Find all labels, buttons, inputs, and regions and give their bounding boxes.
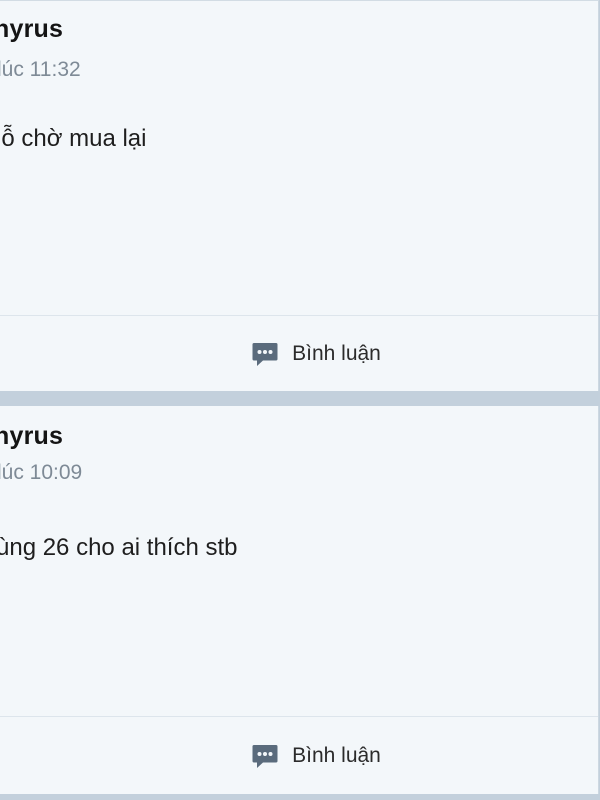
post-card: hyrus lúc 10:09 ùng 26 cho ai thích stb …: [0, 406, 599, 794]
post-timestamp[interactable]: lúc 11:32: [0, 58, 81, 82]
comment-button-label: Bình luận: [292, 743, 381, 767]
post-author[interactable]: hyrus: [0, 422, 63, 451]
post-author[interactable]: hyrus: [0, 15, 63, 44]
post-card: hyrus lúc 11:32 lỗ chờ mua lại Bình luận: [0, 0, 599, 391]
post-timestamp[interactable]: lúc 10:09: [0, 461, 82, 485]
post-content: ùng 26 cho ai thích stb: [0, 534, 238, 561]
post-actions-bar: Bình luận: [0, 315, 598, 391]
comment-button[interactable]: Bình luận: [239, 734, 393, 778]
post-content: lỗ chờ mua lại: [0, 125, 147, 152]
comment-button[interactable]: Bình luận: [239, 332, 393, 376]
comment-button-label: Bình luận: [292, 341, 381, 365]
comment-bubble-icon: [252, 744, 278, 768]
post-actions-bar: Bình luận: [0, 716, 598, 794]
comment-bubble-icon: [252, 342, 278, 366]
